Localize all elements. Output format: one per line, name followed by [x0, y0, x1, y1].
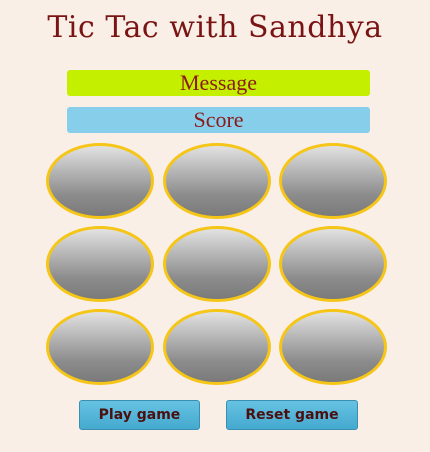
board-cell-4[interactable]: [46, 226, 154, 302]
board-cell-5[interactable]: [163, 226, 271, 302]
board-cell-6[interactable]: [279, 226, 387, 302]
message-bar: Message: [67, 70, 370, 96]
board-cell-9[interactable]: [279, 309, 387, 385]
board-cell-8[interactable]: [163, 309, 271, 385]
page-title: Tic Tac with Sandhya: [47, 10, 383, 45]
board-cell-3[interactable]: [279, 143, 387, 219]
board-cell-1[interactable]: [46, 143, 154, 219]
score-bar: Score: [67, 107, 370, 133]
reset-game-button[interactable]: Reset game: [226, 400, 358, 430]
play-game-button[interactable]: Play game: [79, 400, 200, 430]
board-cell-2[interactable]: [163, 143, 271, 219]
board-cell-7[interactable]: [46, 309, 154, 385]
